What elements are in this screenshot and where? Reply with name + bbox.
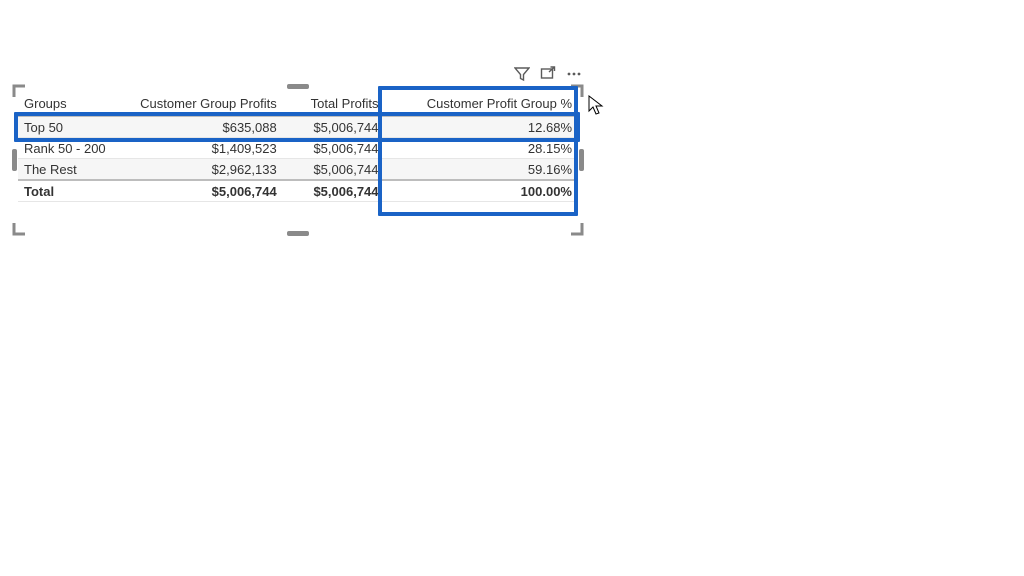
footer-cpgp: 100.00%: [385, 180, 578, 202]
table-header-row: Groups Customer Group Profits Total Prof…: [18, 90, 578, 116]
cell-cpgp: 59.16%: [385, 159, 578, 181]
table-visual[interactable]: Groups Customer Group Profits Total Prof…: [18, 90, 578, 230]
footer-groups: Total: [18, 180, 120, 202]
table-footer-row: Total $5,006,744 $5,006,744 100.00%: [18, 180, 578, 202]
visual-action-bar: [514, 66, 582, 82]
resize-handle-bottom[interactable]: [287, 231, 309, 236]
footer-tp: $5,006,744: [283, 180, 385, 202]
cell-cgp: $2,962,133: [120, 159, 283, 181]
cell-cgp: $1,409,523: [120, 138, 283, 159]
resize-handle-left[interactable]: [12, 149, 17, 171]
cell-cpgp: 28.15%: [385, 138, 578, 159]
filter-icon[interactable]: [514, 66, 530, 82]
cell-tp: $5,006,744: [283, 116, 385, 138]
cell-groups: Top 50: [18, 116, 120, 138]
footer-cgp: $5,006,744: [120, 180, 283, 202]
cell-cpgp: 12.68%: [385, 116, 578, 138]
table-row[interactable]: The Rest $2,962,133 $5,006,744 59.16%: [18, 159, 578, 181]
table-row[interactable]: Top 50 $635,088 $5,006,744 12.68%: [18, 116, 578, 138]
cell-groups: The Rest: [18, 159, 120, 181]
cell-groups: Rank 50 - 200: [18, 138, 120, 159]
cell-tp: $5,006,744: [283, 138, 385, 159]
col-header-customer-profit-group-pct[interactable]: Customer Profit Group %: [385, 90, 578, 116]
selection-corner-br: [570, 222, 584, 236]
more-options-icon[interactable]: [566, 66, 582, 82]
table-row[interactable]: Rank 50 - 200 $1,409,523 $5,006,744 28.1…: [18, 138, 578, 159]
focus-mode-icon[interactable]: [540, 66, 556, 82]
cursor-icon: [588, 95, 606, 117]
profit-group-table[interactable]: Groups Customer Group Profits Total Prof…: [18, 90, 578, 202]
cell-cgp: $635,088: [120, 116, 283, 138]
col-header-groups[interactable]: Groups: [18, 90, 120, 116]
resize-handle-top[interactable]: [287, 84, 309, 89]
col-header-total-profits[interactable]: Total Profits: [283, 90, 385, 116]
resize-handle-right[interactable]: [579, 149, 584, 171]
col-header-customer-group-profits[interactable]: Customer Group Profits: [120, 90, 283, 116]
selection-corner-bl: [12, 222, 26, 236]
cell-tp: $5,006,744: [283, 159, 385, 181]
